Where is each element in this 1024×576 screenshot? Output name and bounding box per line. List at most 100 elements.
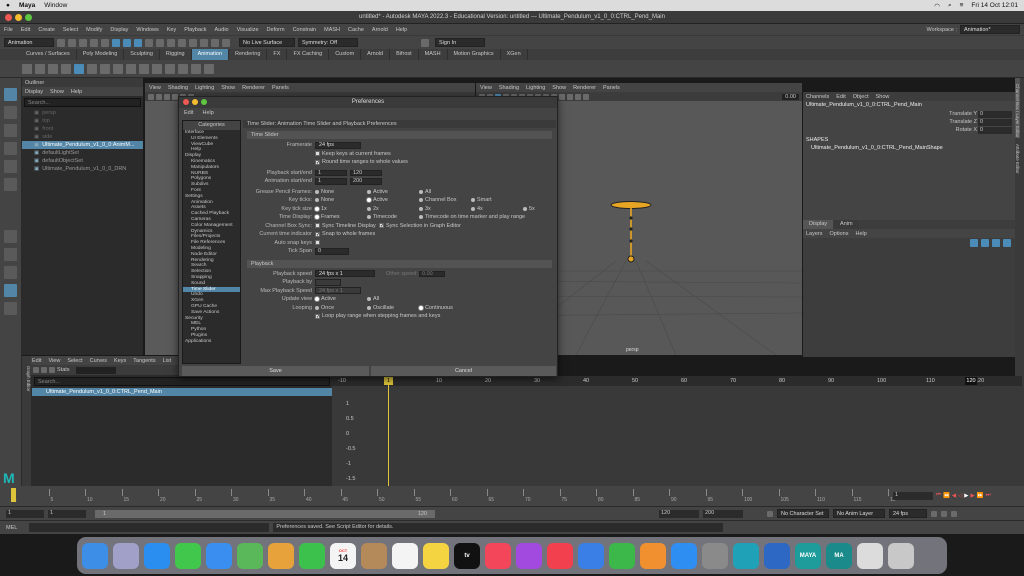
playback-end-input[interactable]: 120 (350, 169, 382, 176)
viewport-menu-show[interactable]: Show (221, 85, 235, 91)
ik-handle-icon[interactable] (152, 63, 162, 74)
messages-icon[interactable] (175, 542, 201, 569)
playback-start-input[interactable]: 1 (315, 169, 347, 176)
key-translate-icon[interactable] (35, 63, 45, 74)
ghost-icon[interactable] (126, 63, 136, 74)
command-input[interactable] (29, 523, 270, 532)
menu-visualize[interactable]: Visualize (237, 27, 259, 33)
symmetry-dropdown[interactable]: Symmetry: Off (298, 38, 358, 47)
channel-menu-channels[interactable]: Channels (806, 94, 829, 100)
graph-current-time-line[interactable] (388, 376, 389, 486)
four-pane-icon[interactable] (4, 248, 17, 261)
ticksize-3x-radio[interactable] (419, 206, 423, 211)
menu-windows[interactable]: Windows (136, 27, 158, 33)
edge-icon[interactable] (733, 542, 759, 569)
shelf-tab-rendering[interactable]: Rendering (229, 49, 268, 60)
appstore-icon[interactable] (671, 542, 697, 569)
current-frame-indicator[interactable] (11, 488, 16, 502)
time-slider[interactable]: 1510152025303540455055606570758085909510… (0, 486, 1024, 506)
loop-oscillate-radio[interactable] (367, 305, 371, 310)
loop-continuous-radio[interactable] (419, 305, 423, 310)
shelf-tab-xgen[interactable]: XGen (501, 49, 528, 60)
snap-surface-icon[interactable] (178, 38, 186, 47)
auto-snap-keys-checkbox[interactable] (315, 240, 320, 246)
menu-playback[interactable]: Playback (184, 27, 206, 33)
outliner-layout-icon[interactable] (4, 302, 17, 315)
menu-display[interactable]: Display (110, 27, 128, 33)
render-settings-icon[interactable] (222, 38, 230, 47)
contacts-icon[interactable] (361, 542, 387, 569)
channel-menu-edit[interactable]: Edit (836, 94, 845, 100)
select-tool-icon[interactable] (4, 88, 17, 101)
channel-attr-row[interactable]: Translate Z0 (803, 118, 1015, 126)
grease-all-radio[interactable] (419, 189, 423, 194)
layer-menu-options[interactable]: Options (830, 231, 849, 237)
channel-attr-value[interactable]: 0 (978, 118, 1012, 126)
paint-select-icon[interactable] (4, 124, 17, 137)
cancel-button[interactable]: Cancel (371, 366, 556, 376)
loop-step-checkbox[interactable]: ✓ (315, 313, 320, 319)
update-active-radio[interactable] (315, 297, 319, 302)
keyticks-active-radio[interactable] (367, 198, 371, 203)
section-time-slider[interactable]: Time Slider (247, 131, 552, 139)
shelf-tab-mash[interactable]: MASH (419, 49, 448, 60)
rotate-tool-icon[interactable] (4, 160, 17, 173)
step-forward-icon[interactable]: ▶ (971, 493, 975, 499)
menu-cache[interactable]: Cache (348, 27, 364, 33)
scale-tool-icon[interactable] (4, 178, 17, 191)
menu-mash[interactable]: MASH (324, 27, 340, 33)
layer-move-down-icon[interactable] (981, 239, 989, 247)
prefs-minimize-icon[interactable] (192, 99, 198, 105)
loop-once-radio[interactable] (315, 305, 319, 310)
animation-start-field[interactable]: 1 (6, 509, 44, 518)
grease-none-radio[interactable] (315, 189, 319, 194)
framerate-dropdown[interactable]: 24 fps (315, 141, 361, 149)
sync-graph-checkbox[interactable]: ✓ (379, 223, 384, 229)
menu-create[interactable]: Create (38, 27, 55, 33)
select-object-icon[interactable] (123, 38, 131, 47)
graph-editor-item[interactable]: Ultimate_Pendulum_v1_0_0:CTRL_Pend_Main (32, 388, 332, 396)
tick-span-input[interactable]: 0 (315, 248, 349, 255)
keep-keys-checkbox[interactable] (315, 151, 320, 157)
max-playback-dropdown[interactable]: 24 fps x 1 (315, 287, 361, 295)
mac-menu-app[interactable]: Maya (19, 2, 35, 9)
layer-tab-anim[interactable]: Anim (834, 220, 859, 229)
select-component-icon[interactable] (134, 38, 142, 47)
menu-file[interactable]: File (4, 27, 13, 33)
menu-modify[interactable]: Modify (86, 27, 102, 33)
save-scene-icon[interactable] (79, 38, 87, 47)
shelf-tab-sculpting[interactable]: Sculpting (124, 49, 160, 60)
trash-icon[interactable] (888, 542, 914, 569)
section-playback[interactable]: Playback (247, 259, 552, 268)
viewport-menu-view[interactable]: View (149, 85, 161, 91)
blendshape-icon[interactable] (191, 63, 201, 74)
menu-constrain[interactable]: Constrain (293, 27, 317, 33)
control-center-icon[interactable]: ≡ (960, 2, 964, 9)
photos-icon[interactable] (268, 542, 294, 569)
ticksize-1x-radio[interactable] (315, 206, 319, 211)
viewport-exposure-field[interactable]: 0.00 (782, 93, 799, 100)
workspace-dropdown[interactable]: Animation* (960, 25, 1020, 34)
fps-dropdown[interactable]: 24 fps (889, 509, 927, 518)
maya2-icon[interactable]: MA (826, 542, 852, 569)
podcasts-icon[interactable] (516, 542, 542, 569)
channel-attr-row[interactable]: Translate Y0 (803, 110, 1015, 118)
redo-icon[interactable] (101, 38, 109, 47)
anim-layer-dropdown[interactable]: No Anim Layer (833, 509, 885, 518)
snap-grid-icon[interactable] (145, 38, 153, 47)
mail-icon[interactable] (206, 542, 232, 569)
layer-move-up-icon[interactable] (970, 239, 978, 247)
current-frame-field[interactable]: 1 (893, 492, 933, 500)
channel-attr-value[interactable]: 0 (978, 110, 1012, 118)
key-scale-icon[interactable] (61, 63, 71, 74)
tab-attribute-editor[interactable]: Attribute Editor (1015, 138, 1020, 174)
step-back-key-icon[interactable]: ⏪ (943, 493, 950, 499)
category-applications[interactable]: Applications (183, 339, 240, 345)
menu-select[interactable]: Select (63, 27, 78, 33)
shelf-tab-animation[interactable]: Animation (191, 49, 230, 60)
outliner-item[interactable]: ▣ side (22, 133, 143, 141)
set-key-icon[interactable] (22, 63, 32, 74)
finder-icon[interactable] (82, 542, 108, 569)
new-layer-selected-icon[interactable] (1003, 239, 1011, 247)
menu-edit[interactable]: Edit (21, 27, 30, 33)
